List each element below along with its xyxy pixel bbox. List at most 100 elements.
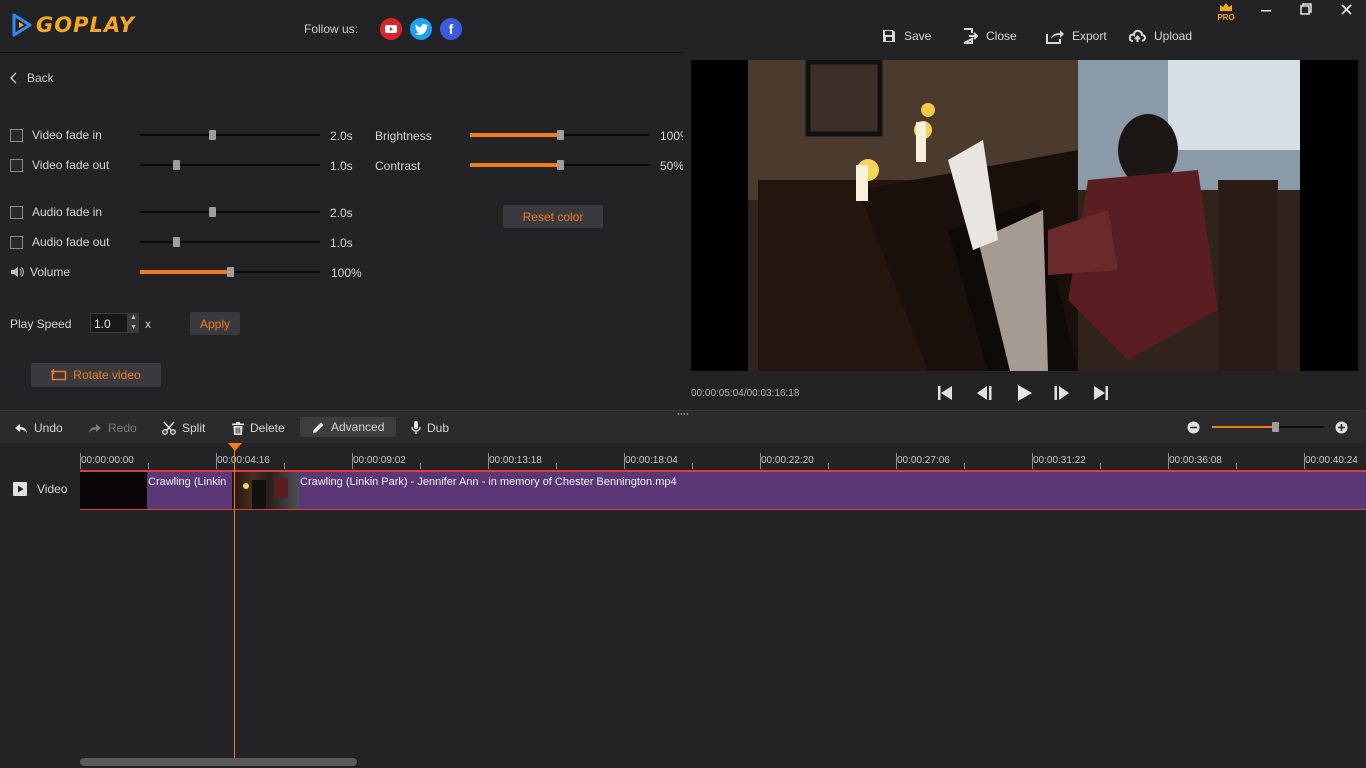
upload-label: Upload <box>1154 29 1193 43</box>
playhead[interactable] <box>234 446 235 758</box>
microphone-icon <box>411 421 421 434</box>
brightness-value: 100% <box>660 129 683 143</box>
checkbox-box[interactable] <box>10 205 23 219</box>
timeline-ruler[interactable]: 00:00:00:00 00:00:04:16 00:00:09:02 00:00:1… <box>80 453 1366 471</box>
slider-thumb[interactable] <box>1272 422 1279 432</box>
speed-decrement-button[interactable]: ▼ <box>128 323 139 333</box>
video-fade-in-checkbox[interactable]: Video fade in <box>10 128 102 142</box>
upload-button[interactable]: Upload <box>1129 28 1192 44</box>
volume-slider[interactable] <box>140 265 320 279</box>
restore-icon <box>1300 3 1312 15</box>
slider-thumb[interactable] <box>227 267 234 277</box>
slider-track <box>140 211 320 213</box>
advanced-button[interactable]: Advanced <box>300 417 397 437</box>
apply-speed-button[interactable]: Apply <box>190 312 240 335</box>
brightness-slider[interactable] <box>470 128 650 142</box>
slider-thumb[interactable] <box>209 130 216 140</box>
skip-to-end-icon[interactable] <box>1092 384 1110 402</box>
rotate-video-button[interactable]: Rotate video <box>31 363 161 387</box>
skip-to-start-icon[interactable] <box>936 384 954 402</box>
redo-button[interactable]: Redo <box>88 418 137 438</box>
slider-thumb[interactable] <box>209 207 216 217</box>
video-fade-in-slider[interactable] <box>140 128 320 142</box>
export-button[interactable]: Export <box>1046 28 1107 44</box>
video-preview[interactable] <box>691 60 1358 371</box>
reset-color-button[interactable]: Reset color <box>503 205 603 228</box>
pencil-icon <box>313 422 324 433</box>
video-frame <box>748 60 1300 371</box>
volume-value: 100% <box>331 266 362 280</box>
slider-fill <box>1212 426 1275 428</box>
video-track-label: Video <box>37 482 68 496</box>
checkbox-box[interactable] <box>10 235 23 249</box>
zoom-in-icon[interactable] <box>1335 421 1348 434</box>
play-speed-input[interactable]: 1.0 <box>90 313 128 333</box>
slider-track <box>140 134 320 136</box>
youtube-icon[interactable] <box>380 18 402 40</box>
export-label: Export <box>1072 29 1107 43</box>
close-window-button[interactable] <box>1336 2 1356 20</box>
slider-thumb[interactable] <box>557 160 564 170</box>
dub-button[interactable]: Dub <box>411 418 449 438</box>
timeline-horizontal-scrollbar[interactable] <box>80 758 357 766</box>
app-logo-text: GOPLAY <box>36 13 135 37</box>
zoom-out-icon[interactable] <box>1187 421 1200 434</box>
slider-thumb[interactable] <box>173 237 180 247</box>
split-button[interactable]: Split <box>162 418 205 438</box>
rotate-video-label: Rotate video <box>73 368 141 382</box>
ruler-tick-label: 00:00:27:06 <box>897 455 950 466</box>
slider-fill <box>470 163 560 167</box>
ruler-minor-tick <box>1100 463 1101 469</box>
previous-frame-icon[interactable] <box>975 384 993 402</box>
restore-button[interactable] <box>1296 2 1316 20</box>
video-track-header: Video <box>13 482 67 496</box>
audio-fade-in-slider[interactable] <box>140 205 320 219</box>
video-track[interactable]: Crawling (Linkin P Crawling (Linkin Park… <box>80 470 1366 510</box>
audio-fade-out-checkbox[interactable]: Audio fade out <box>10 235 109 249</box>
back-label: Back <box>27 71 54 85</box>
facebook-icon[interactable]: f <box>440 18 462 40</box>
slider-fill <box>140 270 230 274</box>
play-speed-label: Play Speed <box>10 317 72 331</box>
pro-badge[interactable]: PRO <box>1215 2 1237 22</box>
scissors-icon <box>162 421 176 435</box>
slider-thumb[interactable] <box>173 160 180 170</box>
ruler-minor-tick <box>556 463 557 469</box>
timeline[interactable]: 00:00:00:00 00:00:04:16 00:00:09:02 00:00:1… <box>0 443 1366 768</box>
twitter-icon[interactable] <box>410 18 432 40</box>
audio-fade-out-slider[interactable] <box>140 235 320 249</box>
speed-increment-button[interactable]: ▲ <box>128 313 139 323</box>
clip-title: Crawling (Linkin Park) - Jennifer Ann - … <box>300 476 677 488</box>
ruler-tick-label: 00:00:18:04 <box>625 455 678 466</box>
play-icon[interactable] <box>1015 384 1033 402</box>
contrast-slider[interactable] <box>470 158 650 172</box>
audio-fade-in-checkbox[interactable]: Audio fade in <box>10 205 102 219</box>
delete-button[interactable]: Delete <box>232 418 285 438</box>
playhead-handle[interactable] <box>228 443 242 451</box>
next-frame-icon[interactable] <box>1053 384 1071 402</box>
timeline-zoom-slider[interactable] <box>1212 420 1324 434</box>
back-button[interactable]: Back <box>10 71 54 85</box>
speaker-icon[interactable] <box>10 266 24 278</box>
resize-handle-icon[interactable] <box>677 412 690 416</box>
pro-badge-label: PRO <box>1217 13 1235 22</box>
minimize-icon <box>1261 10 1271 12</box>
undo-button[interactable]: Undo <box>14 418 63 438</box>
close-label: Close <box>986 29 1017 43</box>
undo-icon <box>15 423 27 433</box>
slider-thumb[interactable] <box>557 130 564 140</box>
goplay-logo-icon <box>12 13 32 37</box>
close-project-button[interactable]: Close <box>962 28 1017 44</box>
checkbox-box[interactable] <box>10 158 23 172</box>
save-button[interactable]: Save <box>882 28 931 44</box>
redo-icon <box>89 423 101 433</box>
ruler-tick-label: 00:00:40:24 <box>1305 455 1358 466</box>
volume-label: Volume <box>30 265 71 279</box>
video-fade-out-checkbox[interactable]: Video fade out <box>10 158 109 172</box>
close-icon <box>1340 4 1352 15</box>
video-fade-out-slider[interactable] <box>140 158 320 172</box>
minimize-button[interactable] <box>1256 2 1276 20</box>
save-icon <box>883 30 895 42</box>
ruler-tick-label: 00:00:31:22 <box>1033 455 1086 466</box>
checkbox-box[interactable] <box>10 128 23 142</box>
